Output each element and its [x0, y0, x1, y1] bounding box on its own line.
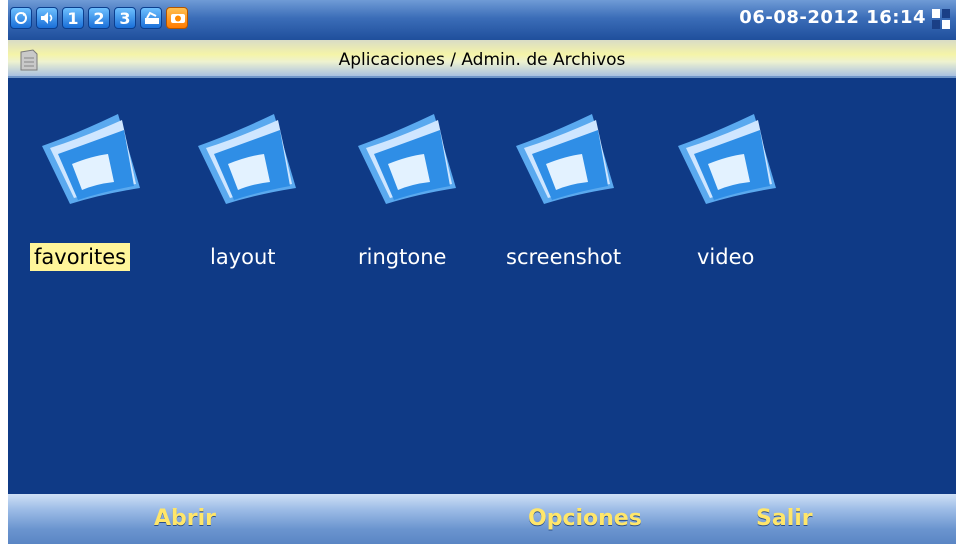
- exit-softkey[interactable]: Salir: [756, 506, 813, 531]
- folder-label: ringtone: [358, 245, 447, 269]
- folder-icon: [358, 114, 456, 204]
- folder-icon: [678, 114, 776, 204]
- line-1-icon[interactable]: 1: [62, 7, 84, 29]
- line-2-icon[interactable]: 2: [88, 7, 110, 29]
- folder-item-screenshot[interactable]: screenshot: [486, 100, 626, 270]
- folder-icon: [516, 114, 614, 204]
- open-softkey[interactable]: Abrir: [154, 506, 216, 531]
- device-screen: 1 2 3 06-08-2012 16:14 Aplicaciones / Ad…: [8, 0, 956, 544]
- folder-icon: [198, 114, 296, 204]
- folder-label: screenshot: [506, 245, 622, 269]
- file-browser: favorites layout ringtone screenshot vid…: [8, 80, 956, 494]
- title-bar: Aplicaciones / Admin. de Archivos: [8, 40, 956, 78]
- folder-item-layout[interactable]: layout: [168, 100, 308, 270]
- options-softkey[interactable]: Opciones: [528, 506, 642, 531]
- folder-item-ringtone[interactable]: ringtone: [328, 100, 468, 270]
- folder-item-favorites[interactable]: favorites: [12, 100, 152, 271]
- phone-hook-icon[interactable]: [140, 7, 162, 29]
- camera-off-icon[interactable]: [166, 7, 188, 29]
- grid-menu-icon[interactable]: [932, 9, 950, 29]
- softkey-bar: Abrir Opciones Salir: [8, 494, 956, 544]
- datetime-display: 06-08-2012 16:14: [739, 7, 926, 28]
- folder-label: layout: [210, 245, 276, 269]
- folder-icon: [42, 114, 140, 204]
- status-bar: 1 2 3 06-08-2012 16:14: [8, 0, 956, 40]
- speaker-icon[interactable]: [36, 7, 58, 29]
- line-3-icon[interactable]: 3: [114, 7, 136, 29]
- sync-icon[interactable]: [10, 7, 32, 29]
- folder-item-video[interactable]: video: [648, 100, 788, 270]
- page-title: Aplicaciones / Admin. de Archivos: [338, 50, 626, 70]
- folder-label: favorites: [30, 243, 131, 271]
- folder-label: video: [697, 245, 755, 269]
